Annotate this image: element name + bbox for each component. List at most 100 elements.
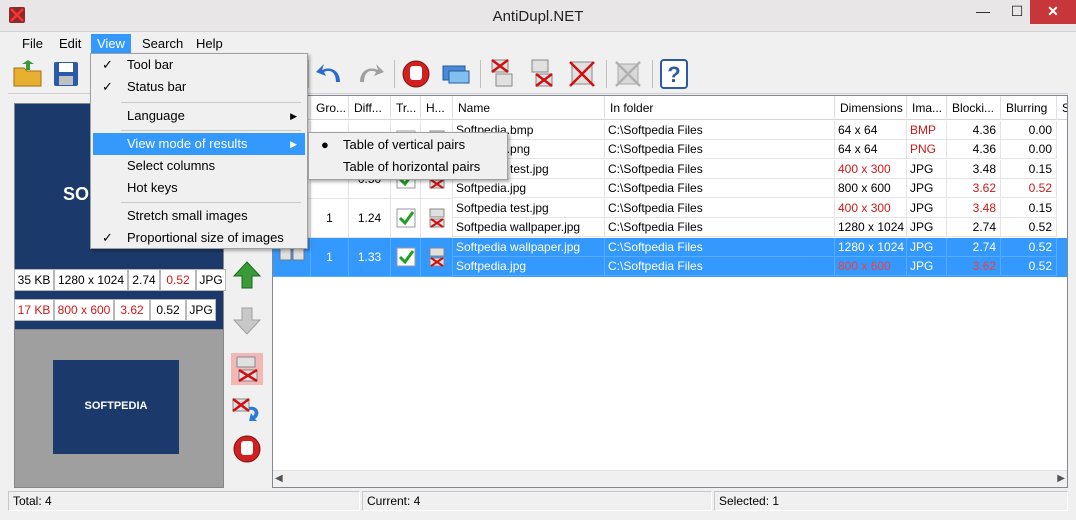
table-row[interactable]: 1 1.33 Softpedia wallpaper.jpg C:\Softpedia… bbox=[273, 238, 1067, 277]
file-blur-cell: 0.15 bbox=[1001, 160, 1057, 179]
menu-item-proportional-size[interactable]: ✓ Proportional size of images bbox=[93, 227, 305, 249]
horizontal-scrollbar[interactable]: ◀ ▶ bbox=[273, 470, 1067, 487]
group-cell: 1 bbox=[311, 199, 349, 238]
column-header-size[interactable]: S bbox=[1057, 96, 1067, 120]
maximize-button[interactable]: ☐ bbox=[1000, 0, 1034, 24]
file-blur-cell: 0.00 bbox=[1001, 121, 1057, 140]
hint-delete-icon[interactable] bbox=[421, 238, 453, 277]
file-blur-cell: 0.00 bbox=[1001, 140, 1057, 159]
file-dims-cell: 400 x 300 bbox=[835, 160, 907, 179]
scroll-right-icon[interactable]: ▶ bbox=[1057, 473, 1065, 484]
column-header-transform[interactable]: Tr... bbox=[391, 96, 421, 120]
menu-item-select-columns[interactable]: Select columns bbox=[93, 155, 305, 177]
blurring: 0.52 bbox=[160, 269, 196, 291]
status-total: Total: 4 bbox=[8, 491, 360, 511]
check-icon: ✓ bbox=[102, 230, 113, 245]
menu-file[interactable]: File bbox=[16, 34, 49, 53]
svg-text:?: ? bbox=[667, 62, 680, 87]
menu-item-label: Hot keys bbox=[127, 180, 178, 195]
menu-item-tool-bar[interactable]: ✓ Tool bar bbox=[93, 54, 305, 76]
menu-search[interactable]: Search bbox=[136, 34, 189, 53]
transform-check-icon[interactable] bbox=[391, 238, 421, 277]
file-type-cell: JPG bbox=[907, 218, 947, 237]
search-duplicates-icon[interactable] bbox=[440, 58, 472, 90]
menu-item-language[interactable]: Language ▶ bbox=[93, 105, 305, 127]
file-block-cell: 4.36 bbox=[947, 121, 1001, 140]
blurring: 0.52 bbox=[150, 299, 186, 321]
file-folder-cell: C:\Softpedia Files bbox=[605, 140, 835, 159]
undo-icon[interactable] bbox=[314, 58, 346, 90]
menu-item-view-mode[interactable]: View mode of results ▶ bbox=[93, 133, 305, 155]
transform-check-icon[interactable] bbox=[391, 199, 421, 238]
column-header-blurring[interactable]: Blurring bbox=[1001, 96, 1057, 120]
file-block-cell: 4.36 bbox=[947, 140, 1001, 159]
submenu-item-horizontal-pairs[interactable]: Table of horizontal pairs bbox=[311, 156, 505, 178]
blockiness: 3.62 bbox=[114, 299, 150, 321]
file-dims-cell: 800 x 600 bbox=[835, 179, 907, 198]
minimize-button[interactable]: — bbox=[966, 0, 1000, 24]
file-blur-cell: 0.52 bbox=[1001, 257, 1057, 276]
menu-bar: File Edit View Search Help bbox=[8, 32, 1068, 53]
dimensions: 800 x 600 bbox=[54, 299, 114, 321]
delete-first-icon[interactable] bbox=[486, 58, 518, 90]
preview-image-bottom: SOFTPEDIA bbox=[14, 329, 224, 488]
image-type: JPG bbox=[186, 299, 216, 321]
rename-icon[interactable] bbox=[231, 393, 263, 425]
file-blur-cell: 0.52 bbox=[1001, 179, 1057, 198]
menu-help[interactable]: Help bbox=[190, 34, 229, 53]
column-header-difference[interactable]: Diff... bbox=[349, 96, 391, 120]
column-header-name[interactable]: Name bbox=[453, 96, 605, 120]
menu-item-status-bar[interactable]: ✓ Status bar bbox=[93, 76, 305, 98]
menu-edit[interactable]: Edit bbox=[53, 34, 87, 53]
menu-item-stretch-small-images[interactable]: Stretch small images bbox=[93, 205, 305, 227]
view-mode-submenu: ● Table of vertical pairs Table of horiz… bbox=[308, 132, 508, 180]
file-type-cell: JPG bbox=[907, 238, 947, 257]
file-folder-cell: C:\Softpedia Files bbox=[605, 179, 835, 198]
file-size: 17 KB bbox=[14, 299, 54, 321]
column-header-dimensions[interactable]: Dimensions bbox=[835, 96, 907, 120]
menu-view[interactable]: View bbox=[91, 34, 131, 53]
delete-second-icon[interactable] bbox=[526, 58, 558, 90]
scroll-left-icon[interactable]: ◀ bbox=[275, 473, 283, 484]
close-button[interactable]: ✕ bbox=[1030, 0, 1076, 24]
file-dims-cell: 1280 x 1024 bbox=[835, 218, 907, 237]
help-icon[interactable]: ? bbox=[658, 58, 690, 90]
file-dims-cell: 64 x 64 bbox=[835, 121, 907, 140]
open-folder-icon[interactable] bbox=[12, 58, 44, 90]
save-icon[interactable] bbox=[50, 58, 82, 90]
next-arrow-icon[interactable] bbox=[231, 305, 263, 337]
file-block-cell: 3.48 bbox=[947, 160, 1001, 179]
column-header-group[interactable]: Gro... bbox=[311, 96, 349, 120]
check-icon: ✓ bbox=[102, 79, 113, 94]
column-header-hint[interactable]: H... bbox=[421, 96, 453, 120]
preview-top-logo: SO bbox=[63, 184, 90, 204]
delete-both-icon[interactable] bbox=[566, 58, 598, 90]
group-cell: 1 bbox=[311, 238, 349, 277]
view-menu-dropdown: ✓ Tool bar ✓ Status bar Language ▶ View … bbox=[90, 53, 308, 249]
stop-icon[interactable] bbox=[400, 58, 432, 90]
submenu-arrow-icon: ▶ bbox=[290, 139, 297, 149]
file-block-cell: 2.74 bbox=[947, 218, 1001, 237]
file-folder-cell: C:\Softpedia Files bbox=[605, 121, 835, 140]
table-row[interactable]: 1 1.24 Softpedia test.jpg C:\Softpedia File… bbox=[273, 199, 1067, 238]
submenu-arrow-icon: ▶ bbox=[290, 111, 297, 121]
menu-item-hot-keys[interactable]: Hot keys bbox=[93, 177, 305, 199]
status-selected: Selected: 1 bbox=[714, 491, 1068, 511]
file-block-cell: 3.62 bbox=[947, 179, 1001, 198]
file-folder-cell: C:\Softpedia Files bbox=[605, 160, 835, 179]
stop-icon[interactable] bbox=[231, 433, 263, 465]
submenu-item-vertical-pairs[interactable]: ● Table of vertical pairs bbox=[311, 134, 505, 156]
redo-icon[interactable] bbox=[354, 58, 386, 90]
column-header-image-type[interactable]: Ima... bbox=[907, 96, 947, 120]
delete-second-icon[interactable] bbox=[231, 353, 263, 385]
previous-arrow-icon[interactable] bbox=[231, 259, 263, 291]
hint-delete-icon[interactable] bbox=[421, 199, 453, 238]
mistake-icon[interactable] bbox=[612, 58, 644, 90]
file-name-cell: Softpedia.jpg bbox=[453, 179, 605, 198]
menu-item-label: Status bar bbox=[127, 79, 187, 94]
column-header-folder[interactable]: In folder bbox=[605, 96, 835, 120]
file-blur-cell: 0.52 bbox=[1001, 238, 1057, 257]
preview-bottom-logo: SOFTPEDIA bbox=[84, 400, 148, 412]
column-header-blockiness[interactable]: Blocki... bbox=[947, 96, 1001, 120]
file-block-cell: 3.48 bbox=[947, 199, 1001, 218]
